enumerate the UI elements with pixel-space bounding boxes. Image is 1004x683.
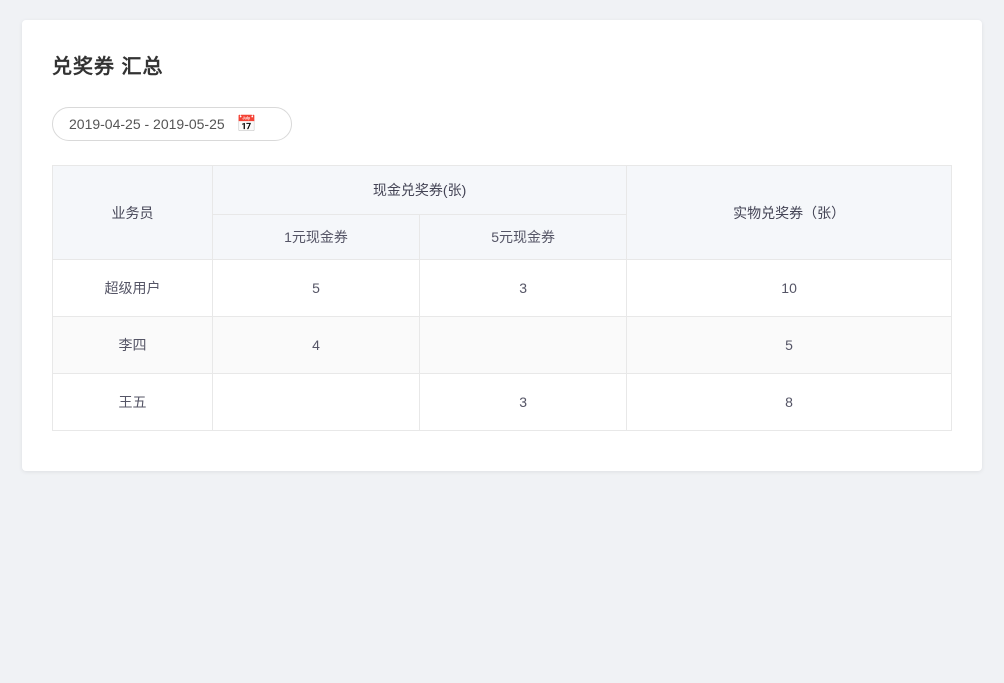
date-picker[interactable]: 2019-04-25 - 2019-05-25 📅 — [52, 107, 292, 141]
cell-agent: 超级用户 — [53, 260, 213, 317]
col-header-cash-group: 现金兑奖券(张) — [213, 166, 627, 215]
cell-physical-lz: 5 — [627, 317, 952, 374]
table-row: 王五 38 — [53, 374, 952, 431]
cell-agent: 王五 — [53, 374, 213, 431]
cell-cash-5: 3 — [420, 374, 627, 431]
col-header-physical-group: 实物兑奖券（张） — [627, 166, 952, 260]
col-header-cash-1: 1元现金券 — [213, 215, 420, 260]
cell-cash-5: 3 — [420, 260, 627, 317]
table-row: 超级用户5310 — [53, 260, 952, 317]
summary-table: 业务员 现金兑奖券(张) 实物兑奖券（张） 1元现金券 5元现金券 超级用户53… — [52, 165, 952, 431]
page-title: 兑奖券 汇总 — [52, 50, 952, 79]
cell-cash-1: 5 — [213, 260, 420, 317]
cell-physical-lz: 8 — [627, 374, 952, 431]
main-card: 兑奖券 汇总 2019-04-25 - 2019-05-25 📅 业务员 现金兑… — [22, 20, 982, 471]
date-picker-wrapper: 2019-04-25 - 2019-05-25 📅 — [52, 107, 952, 141]
col-header-cash-5: 5元现金券 — [420, 215, 627, 260]
calendar-icon: 📅 — [237, 114, 257, 134]
cell-agent: 李四 — [53, 317, 213, 374]
date-picker-value: 2019-04-25 - 2019-05-25 — [69, 116, 225, 132]
cell-physical-lz: 10 — [627, 260, 952, 317]
cell-cash-5 — [420, 317, 627, 374]
cell-cash-1: 4 — [213, 317, 420, 374]
table-row: 李四4 5 — [53, 317, 952, 374]
col-header-agent: 业务员 — [53, 166, 213, 260]
cell-cash-1 — [213, 374, 420, 431]
